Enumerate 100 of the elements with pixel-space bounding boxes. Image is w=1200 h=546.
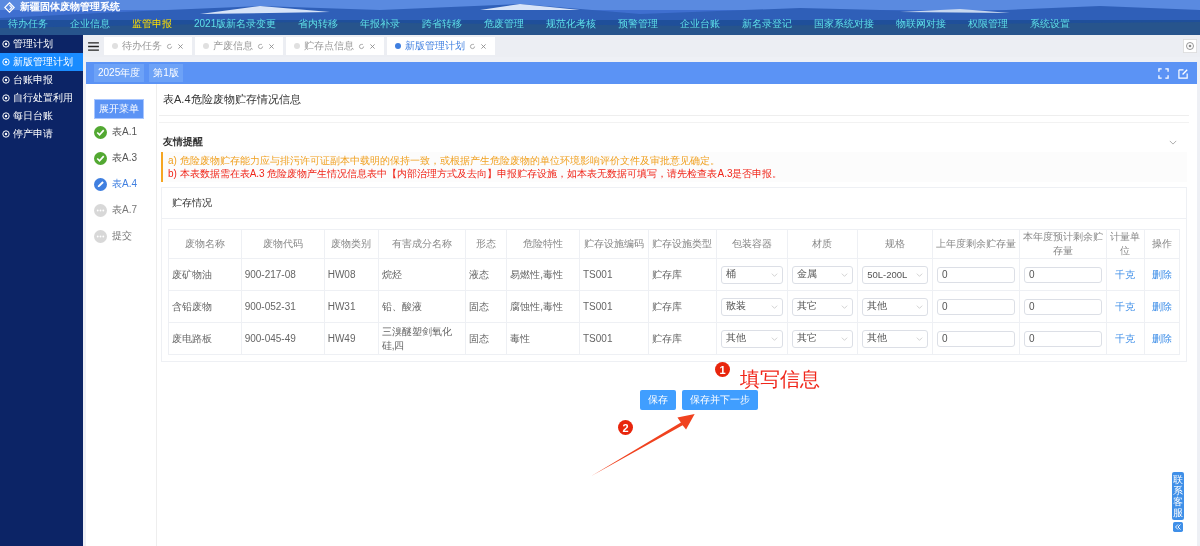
select-field[interactable]: 其它 — [791, 329, 854, 348]
form-button[interactable]: 保存 — [640, 390, 676, 410]
nav-item[interactable]: 企业台账 — [680, 17, 721, 31]
column-header: 包装容器 — [716, 229, 788, 259]
double-chevron-icon[interactable] — [1173, 522, 1183, 532]
nav-item[interactable]: 物联网对接 — [896, 17, 947, 31]
fullscreen-icon[interactable] — [1158, 67, 1169, 79]
select-field[interactable]: 50L-200L — [862, 265, 928, 284]
circle-icon — [2, 40, 10, 48]
sidebar-label: 停产申请 — [13, 127, 53, 141]
column-header: 贮存设施编码 — [579, 229, 648, 259]
table-cell: 贮存库 — [648, 290, 717, 323]
table-cell: 铅、酸液 — [378, 290, 466, 323]
close-icon[interactable] — [268, 42, 275, 50]
edit-icon[interactable] — [1178, 67, 1189, 79]
app-title: 新疆固体废物管理系统 — [20, 0, 120, 14]
sidebar-label: 管理计划 — [13, 37, 53, 51]
circle-icon — [2, 94, 10, 102]
unit-link[interactable]: 千克 — [1106, 290, 1145, 323]
reminder-title: 友情提醒 — [163, 135, 203, 149]
table-cell: TS001 — [579, 322, 648, 355]
column-header: 形态 — [465, 229, 507, 259]
select-field[interactable]: 桶 — [721, 265, 783, 284]
close-icon[interactable] — [369, 42, 376, 50]
refresh-icon[interactable] — [358, 42, 365, 50]
column-header: 贮存设施类型 — [648, 229, 717, 259]
nav-item[interactable]: 新名录登记 — [742, 17, 793, 31]
column-header: 危险特性 — [506, 229, 580, 259]
sidebar-label: 自行处置利用 — [13, 91, 73, 105]
table-cell: 烷烃 — [378, 258, 466, 291]
select-field[interactable]: 其他 — [862, 297, 928, 316]
step-label[interactable]: 表A.4 — [112, 177, 137, 191]
nav-item[interactable]: 跨省转移 — [422, 17, 463, 31]
chevron-icon[interactable] — [1169, 139, 1177, 145]
refresh-icon[interactable] — [257, 42, 264, 50]
select-field[interactable]: 金属 — [791, 265, 854, 284]
input-field[interactable]: 0 — [1024, 298, 1103, 315]
table-cell: 废电路板 — [168, 322, 242, 355]
nav-item[interactable]: 预警管理 — [618, 17, 659, 31]
chevron-icon — [770, 304, 778, 309]
close-icon[interactable] — [177, 42, 184, 50]
tab[interactable]: 待办任务 — [104, 37, 192, 55]
select-field[interactable]: 其他 — [862, 329, 928, 348]
version-chip: 第1版 — [149, 64, 183, 82]
sidebar-item[interactable]: 新版管理计划 — [0, 53, 83, 71]
sidebar-item[interactable]: 管理计划 — [0, 35, 83, 53]
nav-item[interactable]: 系统设置 — [1030, 17, 1071, 31]
sidebar-item[interactable]: 停产申请 — [0, 125, 83, 143]
form-button[interactable]: 保存并下一步 — [682, 390, 758, 410]
target-icon[interactable] — [1183, 39, 1197, 53]
nav-item[interactable]: 权限管理 — [968, 17, 1009, 31]
contact-service-tab[interactable]: 联系客服 — [1172, 472, 1184, 520]
sidebar-label: 每日台账 — [13, 109, 53, 123]
input-field[interactable]: 0 — [1024, 266, 1103, 283]
select-field[interactable]: 散装 — [721, 297, 783, 316]
year-chip: 2025年度 — [94, 64, 145, 82]
input-field[interactable]: 0 — [1024, 330, 1103, 347]
refresh-icon[interactable] — [166, 42, 173, 50]
select-field[interactable]: 其它 — [791, 297, 854, 316]
input-field[interactable]: 0 — [936, 330, 1016, 347]
chevron-icon — [915, 272, 923, 277]
tab[interactable]: 贮存点信息 — [286, 37, 384, 55]
nav-item[interactable]: 省内转移 — [298, 17, 339, 31]
sidebar-item[interactable]: 台账申报 — [0, 71, 83, 89]
table-cell: TS001 — [579, 290, 648, 323]
step-label[interactable]: 提交 — [112, 229, 132, 243]
nav-item[interactable]: 监管申报 — [132, 17, 172, 31]
nav-item[interactable]: 危废管理 — [484, 17, 525, 31]
nav-item[interactable]: 企业信息 — [70, 17, 110, 31]
column-header: 计量单位 — [1106, 229, 1145, 259]
sidebar-item[interactable]: 自行处置利用 — [0, 89, 83, 107]
unit-link[interactable]: 千克 — [1106, 322, 1145, 355]
step-label[interactable]: 表A.1 — [112, 125, 137, 139]
nav-item[interactable]: 规范化考核 — [546, 17, 597, 31]
sidebar-item[interactable]: 每日台账 — [0, 107, 83, 125]
nav-item[interactable]: 2021版新名录变更 — [194, 17, 277, 31]
nav-item[interactable]: 国家系统对接 — [814, 17, 875, 31]
tab[interactable]: 产废信息 — [195, 37, 283, 55]
expand-menu-button[interactable]: 展开菜单 — [94, 99, 144, 119]
nav-item[interactable]: 年报补录 — [360, 17, 401, 31]
unit-link[interactable]: 千克 — [1106, 258, 1145, 291]
column-header: 有害成分名称 — [378, 229, 466, 259]
refresh-icon[interactable] — [469, 42, 476, 50]
tab[interactable]: 新版管理计划 — [387, 37, 495, 55]
input-field[interactable]: 0 — [936, 298, 1016, 315]
column-header: 废物名称 — [168, 229, 242, 259]
sidebar-label: 台账申报 — [13, 73, 53, 87]
input-field[interactable]: 0 — [936, 266, 1016, 283]
close-icon[interactable] — [480, 42, 487, 50]
table-cell: 三溴醚塑剑氧化硅,四 — [378, 322, 466, 355]
nav-item[interactable]: 待办任务 — [8, 17, 48, 31]
chevron-icon — [841, 336, 849, 341]
chevron-icon — [841, 304, 849, 309]
table-cell: 废矿物油 — [168, 258, 242, 291]
step-label[interactable]: 表A.7 — [112, 203, 137, 217]
menu-icon[interactable] — [86, 39, 101, 53]
column-header: 废物类别 — [324, 229, 379, 259]
select-field[interactable]: 其他 — [721, 329, 783, 348]
step-label[interactable]: 表A.3 — [112, 151, 137, 165]
chevron-icon — [770, 272, 778, 277]
